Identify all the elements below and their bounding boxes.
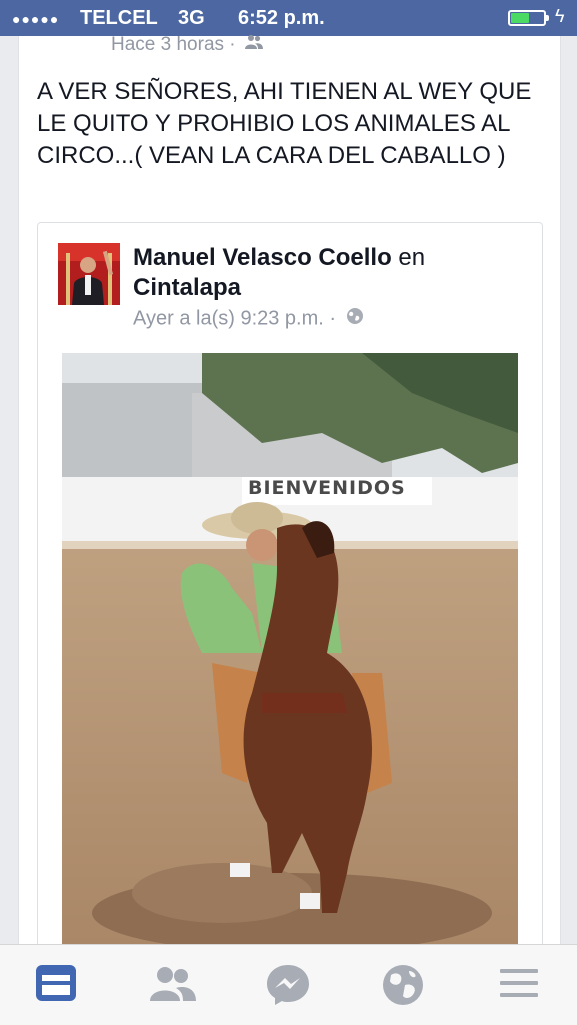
post-text: A VER SEÑORES, AHI TIENEN AL WEY QUE LE … [37,78,532,169]
signal-dots-icon: ●●●●● [12,11,60,27]
shared-author-line: Manuel Velasco Coello en Cintalapa [133,243,533,303]
menu-icon[interactable] [498,963,548,1007]
clock: 6:52 p.m. [238,7,325,29]
network-type: 3G [178,7,205,29]
place-name[interactable]: Cintalapa [133,274,241,301]
avatar[interactable] [58,243,120,305]
shared-post-time[interactable]: Ayer a la(s) 9:23 p.m. [133,307,324,329]
messenger-icon[interactable] [265,963,315,1007]
bottom-tab-bar [0,944,577,1025]
friend-requests-icon[interactable] [148,963,198,1007]
post-meta: Hace 3 horas · [111,34,263,56]
photo-caption: BIENVENIDOS [248,477,406,499]
friends-icon [244,34,263,56]
shared-post-card[interactable]: Manuel Velasco Coello en Cintalapa Ayer … [37,222,543,964]
battery-fill [511,13,529,23]
news-feed-icon[interactable] [34,963,84,1007]
shared-post-meta: Ayer a la(s) 9:23 p.m. · [133,307,364,331]
meta-separator: · [329,307,337,330]
shared-photo[interactable]: BIENVENIDOS [62,353,518,945]
post-time[interactable]: Hace 3 horas [111,34,224,55]
charging-bolt-icon: ϟ [555,6,565,26]
battery-icon [508,10,549,26]
battery-nub [546,15,549,21]
globe-icon [346,307,364,331]
status-bar: ●●●●● TELCEL 3G 6:52 p.m. ϟ [0,0,577,36]
post-card: Hace 3 horas · A VER SEÑORES, AHI TIENEN… [18,34,561,964]
author-name[interactable]: Manuel Velasco Coello [133,244,392,271]
meta-separator: · [229,34,236,56]
author-connector: en [398,244,426,271]
notifications-globe-icon[interactable] [381,963,431,1007]
carrier-name: TELCEL [80,7,158,29]
